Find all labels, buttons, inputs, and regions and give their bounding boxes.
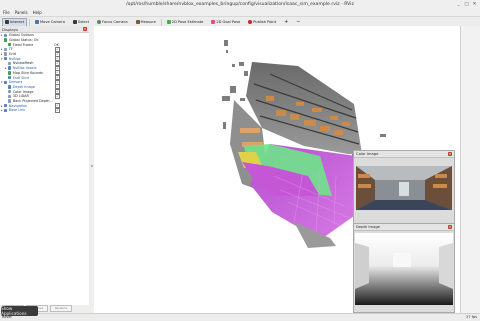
measure-icon: [135, 20, 140, 24]
tool-label: Measure: [140, 20, 156, 24]
display-type-icon: [8, 89, 12, 94]
tool-label: Interact: [10, 20, 25, 24]
displays-panel: Displays × ▸ Global Options Global Status:…: [0, 26, 90, 312]
display-type-icon: [4, 52, 8, 56]
display-enabled-checkbox[interactable]: ✓: [55, 107, 60, 113]
display-type-icon: [8, 99, 12, 103]
tool-label: 2D Pose Estimate: [171, 20, 204, 24]
menu-panels[interactable]: Panels: [15, 10, 28, 15]
depth-image-panel: Depth Image ×: [353, 223, 455, 313]
tool-label: Publish Point: [253, 20, 277, 24]
display-label: Base Link: [8, 108, 26, 113]
maximize-icon[interactable]: □: [464, 2, 469, 7]
display-type-icon: [8, 43, 12, 47]
tool-label: Move Camera: [40, 20, 65, 24]
cursor-icon: [5, 20, 9, 24]
select-icon: [72, 20, 77, 24]
display-type-icon: [8, 75, 12, 80]
displays-tree: ▸ Global Options Global Status: Ok Fixed Fr…: [0, 33, 89, 113]
collapse-arrow-icon[interactable]: ◂: [90, 163, 92, 168]
display-row[interactable]: ▸ Base Link ✓: [0, 107, 89, 113]
display-type-icon: [8, 66, 12, 70]
tool-label: 2D Goal Pose: [216, 20, 241, 24]
color-image-close-icon[interactable]: ×: [448, 152, 452, 156]
depth-image-view: [355, 233, 453, 305]
move-camera-icon: [35, 20, 40, 24]
rename-display-button[interactable]: Rename: [50, 305, 72, 312]
color-image-title: Color Image: [356, 152, 379, 156]
publish-point-icon: [248, 20, 253, 24]
depth-image-title: Depth Image: [356, 225, 380, 229]
right-side-strip: [460, 26, 480, 319]
focus-camera-icon: [97, 20, 102, 24]
window-titlebar: /opt/ros/humble/share/nvblox_examples_br…: [0, 0, 480, 9]
tool-label: Select: [77, 20, 90, 24]
tool-label: Focus Camera: [102, 20, 128, 24]
depth-image-header: Depth Image ×: [354, 224, 454, 231]
display-type-icon: [4, 47, 8, 52]
close-icon[interactable]: ✕: [472, 2, 477, 7]
display-type-icon: [8, 94, 12, 98]
toolbar-separator: [160, 18, 162, 26]
panel-close-icon[interactable]: ×: [83, 27, 87, 31]
menu-help[interactable]: Help: [33, 10, 42, 15]
fps-readout: 27 fps: [466, 315, 477, 319]
display-type-icon: [4, 57, 8, 61]
display-type-icon: [4, 103, 8, 108]
depth-image-close-icon[interactable]: ×: [448, 225, 452, 229]
goal-pose-arrow-icon: [211, 20, 216, 24]
menubar: File Panels Help: [0, 9, 480, 16]
color-image-header: Color Image ×: [354, 151, 454, 158]
color-image-panel: Color Image ×: [353, 150, 455, 224]
display-type-icon: [8, 61, 12, 66]
menu-file[interactable]: File: [3, 10, 10, 15]
display-type-icon: [4, 33, 8, 38]
display-type-icon: [4, 108, 8, 113]
pose-estimate-arrow-icon: [166, 20, 171, 24]
display-type-icon: [4, 80, 8, 84]
display-type-icon: [8, 85, 12, 89]
displays-panel-header: Displays ×: [0, 26, 89, 33]
window-controls: _ □ ✕: [456, 2, 477, 7]
3d-viewport[interactable]: Color Image × Depth Image ×: [94, 26, 460, 319]
toolbar-separator: [29, 18, 31, 26]
displays-panel-title: Displays: [2, 26, 18, 32]
color-image-view: [355, 160, 453, 218]
show-applications-tooltip: Show Applications: [1, 306, 38, 316]
display-type-icon: [8, 71, 12, 75]
display-type-icon: [4, 38, 8, 42]
window-title: /opt/ros/humble/share/nvblox_examples_br…: [126, 2, 354, 7]
minimize-icon[interactable]: _: [456, 2, 461, 7]
